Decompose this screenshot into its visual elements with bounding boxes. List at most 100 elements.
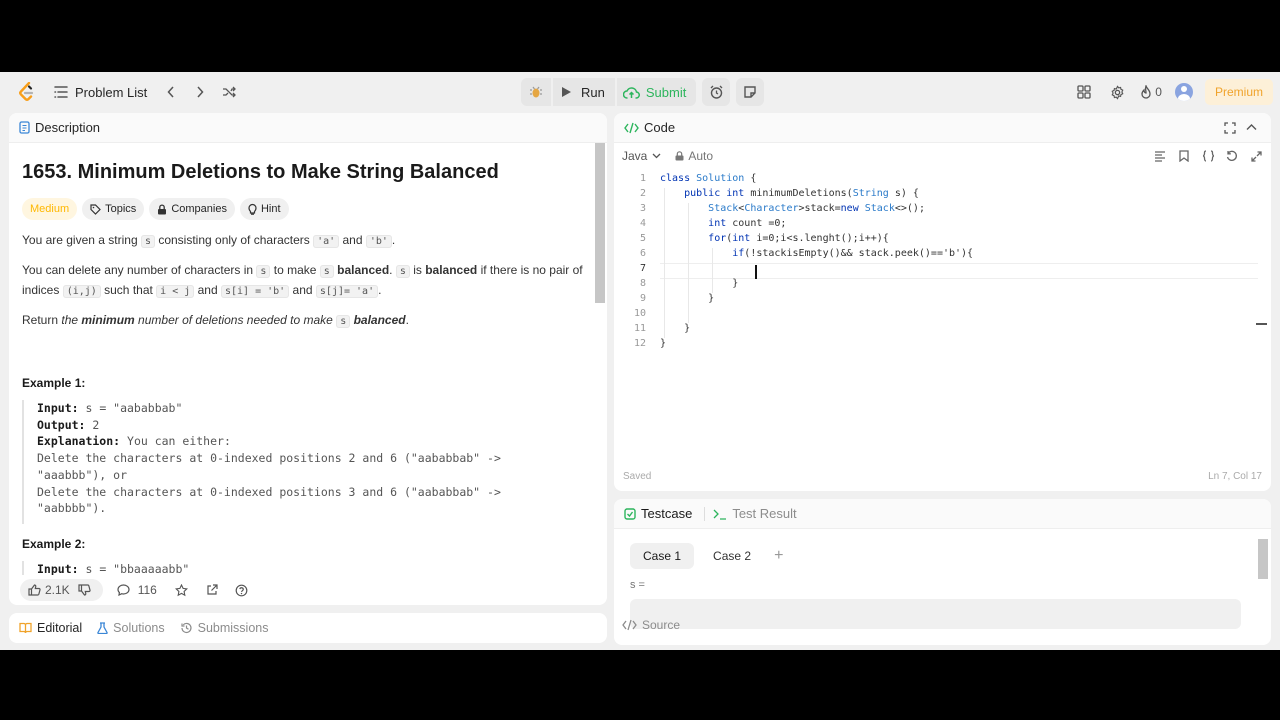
add-case-button[interactable]: + bbox=[774, 547, 783, 565]
testcase-scrollbar-thumb[interactable] bbox=[1258, 539, 1268, 579]
notes-button[interactable] bbox=[736, 78, 765, 106]
alarm-clock-icon bbox=[710, 85, 723, 99]
testcase-scrollbar[interactable] bbox=[1258, 539, 1268, 603]
chevron-right-icon bbox=[197, 86, 204, 98]
timer-button[interactable] bbox=[702, 78, 731, 106]
streak-count: 0 bbox=[1155, 85, 1162, 99]
run-label: Run bbox=[581, 84, 605, 100]
case-1-tab[interactable]: Case 1 bbox=[630, 543, 695, 569]
expand-arrows-icon bbox=[1250, 150, 1262, 162]
description-paragraph-2: You can delete any number of characters … bbox=[22, 263, 583, 298]
description-footer: 2.1K 116 bbox=[9, 575, 607, 605]
comments-button[interactable]: 116 bbox=[109, 579, 165, 601]
source-label: Source bbox=[642, 618, 681, 632]
chevron-up-icon[interactable] bbox=[1246, 123, 1257, 131]
document-icon bbox=[19, 121, 30, 134]
problem-list-label: Problem List bbox=[75, 84, 148, 100]
book-icon bbox=[19, 622, 32, 634]
thumbs-down-icon[interactable] bbox=[78, 584, 91, 596]
line-number: 5 bbox=[639, 233, 646, 244]
testcase-input-field[interactable] bbox=[630, 599, 1241, 629]
code-icon bbox=[624, 122, 639, 133]
lock-icon bbox=[675, 151, 684, 161]
code-line: if(!stackisEmpty()&& stack.peek()=='b'){ bbox=[732, 248, 974, 259]
topics-tag[interactable]: Topics bbox=[82, 198, 145, 220]
fullscreen-button[interactable] bbox=[1247, 147, 1265, 165]
description-tab[interactable]: Description bbox=[9, 113, 607, 143]
random-problem-button[interactable] bbox=[219, 82, 239, 102]
user-avatar[interactable] bbox=[1174, 83, 1193, 101]
auto-mode-label: Auto bbox=[688, 149, 714, 163]
case-2-tab[interactable]: Case 2 bbox=[700, 543, 764, 569]
scroll-position-marker bbox=[1256, 323, 1267, 325]
leetcode-workspace: Problem List Run Submit 0 Premium Descri… bbox=[0, 72, 1280, 650]
tab-testcase[interactable]: Testcase bbox=[624, 506, 692, 521]
tag-icon bbox=[90, 203, 101, 215]
terminal-icon bbox=[713, 509, 727, 520]
cloud-upload-icon bbox=[622, 86, 640, 99]
line-number: 10 bbox=[633, 308, 646, 319]
code-panel: Code Java Auto 1 2 3 4 5 6 7 8 9 10 11 1… bbox=[614, 113, 1271, 491]
hint-tag[interactable]: Hint bbox=[239, 198, 289, 220]
line-number: 1 bbox=[639, 173, 646, 184]
like-count: 2.1K bbox=[45, 583, 70, 597]
question-circle-icon bbox=[235, 584, 248, 596]
settings-button[interactable] bbox=[1107, 82, 1127, 102]
tab-submissions[interactable]: Submissions bbox=[180, 621, 268, 635]
favorite-button[interactable] bbox=[171, 579, 193, 601]
reset-button[interactable] bbox=[1223, 147, 1241, 165]
format-button[interactable] bbox=[1151, 147, 1169, 165]
description-scrollbar-thumb[interactable] bbox=[595, 143, 605, 303]
streak-counter[interactable]: 0 bbox=[1140, 85, 1162, 99]
problem-list-link[interactable]: Problem List bbox=[54, 85, 147, 100]
grid-layout-icon bbox=[1077, 85, 1091, 99]
description-paragraph-1: You are given a string s consisting only… bbox=[22, 233, 396, 248]
line-number: 11 bbox=[633, 323, 646, 334]
code-editor[interactable]: 1 2 3 4 5 6 7 8 9 10 11 12 class Solutio… bbox=[614, 173, 1271, 473]
layout-button[interactable] bbox=[1074, 82, 1094, 102]
chevron-down-icon bbox=[652, 153, 661, 159]
fire-icon bbox=[1141, 85, 1151, 99]
prev-problem-button[interactable] bbox=[161, 82, 181, 102]
external-link-icon bbox=[207, 584, 218, 595]
star-icon bbox=[175, 583, 189, 596]
leetcode-logo-icon[interactable] bbox=[18, 82, 36, 102]
shuffle-icon bbox=[222, 86, 236, 98]
tab-solutions[interactable]: Solutions bbox=[97, 621, 165, 635]
code-line: class Solution { bbox=[660, 173, 757, 184]
run-button[interactable]: Run bbox=[553, 78, 615, 106]
code-tab[interactable]: Code bbox=[614, 113, 1271, 143]
list-icon bbox=[54, 86, 68, 98]
bookmark-button[interactable] bbox=[1175, 147, 1193, 165]
tab-test-result[interactable]: Test Result bbox=[713, 506, 797, 521]
submit-button[interactable]: Submit bbox=[616, 78, 697, 106]
code-line: public int minimumDeletions(String s) { bbox=[684, 188, 919, 199]
share-button[interactable] bbox=[201, 579, 223, 601]
code-line: } bbox=[660, 323, 691, 334]
tab-editorial[interactable]: Editorial bbox=[19, 621, 82, 635]
gear-icon bbox=[1111, 84, 1124, 100]
like-button[interactable]: 2.1K bbox=[20, 579, 103, 601]
debug-button[interactable] bbox=[521, 78, 551, 106]
align-left-icon bbox=[1155, 150, 1165, 162]
premium-button[interactable]: Premium bbox=[1204, 79, 1273, 105]
braces-button[interactable] bbox=[1199, 147, 1217, 165]
code-toolbar: Java Auto bbox=[614, 143, 1271, 169]
language-select[interactable]: Java bbox=[622, 149, 661, 163]
companies-tag[interactable]: Companies bbox=[149, 198, 235, 220]
description-scrollbar[interactable] bbox=[595, 143, 605, 549]
example-2-block: Input: s = "bbaaaaabb" bbox=[22, 561, 189, 575]
maximize-icon[interactable] bbox=[1224, 122, 1236, 134]
auto-mode-toggle[interactable]: Auto bbox=[675, 149, 713, 163]
problem-tags: Medium Topics Companies Hint bbox=[22, 198, 294, 220]
testcase-variable-label: s = bbox=[630, 579, 645, 591]
testcase-panel: Testcase Test Result Case 1 Case 2 + s =… bbox=[614, 499, 1271, 645]
test-result-tab-label: Test Result bbox=[732, 506, 797, 521]
next-problem-button[interactable] bbox=[190, 82, 210, 102]
line-number: 6 bbox=[639, 248, 646, 259]
problem-title[interactable]: 1653. Minimum Deletions to Make String B… bbox=[22, 161, 499, 184]
help-button[interactable] bbox=[231, 579, 253, 601]
editor-tools bbox=[1145, 147, 1265, 165]
source-button[interactable]: Source bbox=[622, 618, 680, 632]
